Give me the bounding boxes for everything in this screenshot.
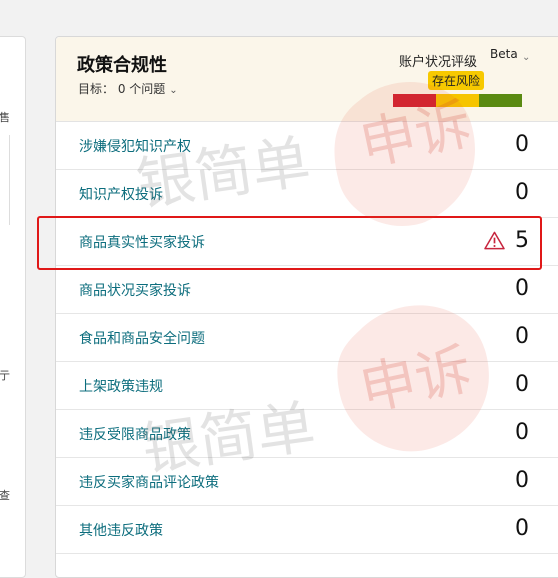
risk-status-badge: 存在风险 [428, 71, 485, 90]
policy-row-label[interactable]: 食品和商品安全问题 [79, 328, 205, 348]
goal-dropdown[interactable]: 目标： 0 个问题 ⌄ [78, 80, 178, 97]
policy-row-label[interactable]: 其他违反政策 [79, 520, 163, 540]
chevron-down-icon[interactable]: ⌄ [522, 52, 530, 63]
policy-row-value: 0 [515, 372, 529, 397]
policy-list: 涉嫌侵犯知识产权 0 知识产权投诉 0 商品真实性买家投诉 5 商品状况买家投诉… [56, 122, 558, 554]
annotation-highlight-box [37, 216, 542, 270]
account-health-label[interactable]: 账户状况评级 [399, 51, 477, 70]
policy-row-label[interactable]: 商品状况买家投诉 [79, 280, 191, 300]
policy-row-label[interactable]: 违反受限商品政策 [79, 424, 191, 444]
policy-row[interactable]: 知识产权投诉 0 [56, 170, 558, 218]
meter-segment-red [393, 94, 436, 107]
meter-segment-yellow [436, 94, 479, 107]
policy-row-value: 0 [515, 420, 529, 445]
left-text-fragment: 查 [0, 489, 10, 502]
policy-row[interactable]: 违反买家商品评论政策 0 [56, 458, 558, 506]
policy-row-value: 0 [515, 132, 529, 157]
policy-compliance-card: 政策合规性 目标： 0 个问题 ⌄ 账户状况评级 Beta ⌄ 存在风险 涉嫌侵犯… [55, 36, 558, 578]
policy-row-label[interactable]: 上架政策违规 [79, 376, 163, 396]
left-text-fragment: 亍 [0, 369, 10, 382]
left-text-fragment: 售 [0, 111, 10, 124]
policy-row-label[interactable]: 知识产权投诉 [79, 184, 163, 204]
left-panel: 售 亍 查 [0, 36, 26, 578]
chevron-down-icon: ⌄ [169, 85, 178, 96]
policy-row[interactable]: 其他违反政策 0 [56, 506, 558, 554]
policy-row[interactable]: 涉嫌侵犯知识产权 0 [56, 122, 558, 170]
left-box [0, 135, 10, 225]
policy-row-value: 0 [515, 324, 529, 349]
policy-row-label[interactable]: 涉嫌侵犯知识产权 [79, 136, 191, 156]
policy-row[interactable]: 商品状况买家投诉 0 [56, 266, 558, 314]
policy-row[interactable]: 上架政策违规 0 [56, 362, 558, 410]
card-header: 政策合规性 目标： 0 个问题 ⌄ 账户状况评级 Beta ⌄ 存在风险 [56, 37, 558, 122]
policy-row[interactable]: 违反受限商品政策 0 [56, 410, 558, 458]
policy-row-value: 0 [515, 516, 529, 541]
policy-row-value: 0 [515, 468, 529, 493]
meter-segment-green [479, 94, 522, 107]
policy-row[interactable]: 食品和商品安全问题 0 [56, 314, 558, 362]
card-title: 政策合规性 [77, 55, 167, 76]
policy-row-value: 0 [515, 276, 529, 301]
beta-badge: Beta [490, 47, 518, 61]
policy-row-value: 0 [515, 180, 529, 205]
health-meter [393, 94, 522, 107]
goal-label: 目标： 0 个问题 [78, 82, 166, 96]
policy-row-label[interactable]: 违反买家商品评论政策 [79, 472, 219, 492]
